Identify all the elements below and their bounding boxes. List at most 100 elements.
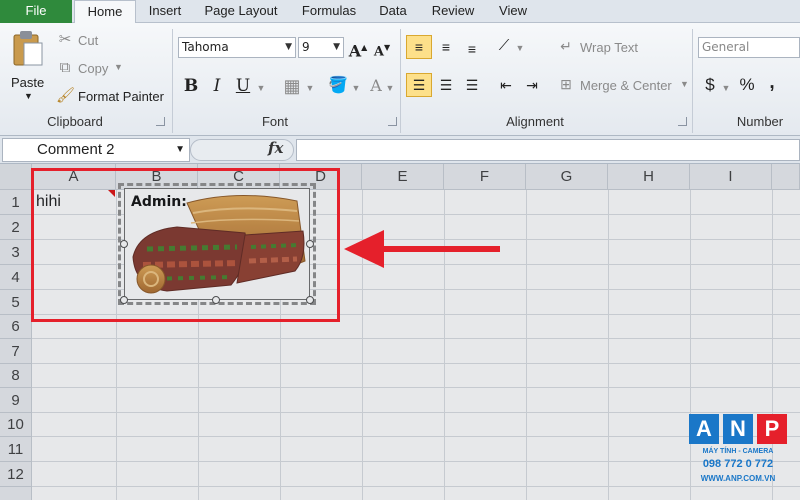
grow-font-icon[interactable]: A▲ bbox=[348, 36, 368, 62]
row-header-13[interactable] bbox=[0, 487, 32, 500]
column-header-h[interactable]: H bbox=[608, 164, 690, 190]
italic-icon[interactable]: I bbox=[206, 75, 228, 97]
align-bottom-icon[interactable]: ≡ bbox=[460, 38, 484, 60]
copy-icon: ⧉ bbox=[59, 59, 71, 76]
gridline bbox=[32, 338, 800, 339]
row-header-8[interactable]: 8 bbox=[0, 364, 32, 388]
group-separator bbox=[692, 29, 693, 133]
row-header-1[interactable]: 1 bbox=[0, 190, 32, 215]
comma-icon[interactable]: , bbox=[764, 72, 780, 94]
paste-icon bbox=[13, 31, 43, 66]
paste-label: Paste bbox=[11, 75, 45, 90]
gridline bbox=[32, 363, 800, 364]
row-header-4[interactable]: 4 bbox=[0, 265, 32, 290]
tab-view[interactable]: View bbox=[492, 0, 534, 23]
row-header-9[interactable]: 9 bbox=[0, 388, 32, 413]
column-header-e[interactable]: E bbox=[362, 164, 444, 190]
font-launcher-icon[interactable] bbox=[388, 117, 397, 126]
copy-dropdown-icon[interactable]: ▼ bbox=[114, 62, 123, 72]
align-middle-icon[interactable]: ≡ bbox=[434, 36, 458, 58]
chevron-down-icon: ▼ bbox=[285, 42, 292, 52]
currency-dropdown-icon[interactable]: ▼ bbox=[720, 77, 732, 99]
align-center-icon[interactable]: ☰ bbox=[434, 74, 458, 96]
cut-button[interactable]: ✂ Cut bbox=[56, 31, 146, 51]
align-right-icon[interactable]: ☰ bbox=[460, 74, 484, 96]
gridline bbox=[32, 387, 800, 388]
clipboard-launcher-icon[interactable] bbox=[156, 117, 165, 126]
wrap-text-icon: ↵ bbox=[560, 38, 572, 54]
paste-dropdown-icon[interactable]: ▼ bbox=[24, 91, 33, 101]
format-painter-label: Format Painter bbox=[78, 89, 164, 104]
copy-button[interactable]: ⧉ Copy ▼ bbox=[56, 59, 146, 79]
row-header-5[interactable]: 5 bbox=[0, 290, 32, 315]
currency-icon[interactable]: $ bbox=[700, 74, 720, 96]
paintbrush-icon: 🖌 bbox=[56, 87, 76, 104]
gridline bbox=[32, 486, 800, 487]
orientation-dropdown-icon[interactable]: ▼ bbox=[514, 37, 526, 59]
logo-phone: 098 772 0 772 bbox=[702, 458, 774, 470]
select-all-corner[interactable] bbox=[0, 164, 32, 190]
merge-dropdown-icon[interactable]: ▼ bbox=[680, 79, 689, 89]
gridline bbox=[608, 190, 609, 500]
formula-input[interactable] bbox=[296, 139, 800, 161]
align-top-button[interactable]: ≡ bbox=[406, 35, 432, 59]
tab-page-layout[interactable]: Page Layout bbox=[196, 0, 286, 23]
borders-dropdown-icon[interactable]: ▼ bbox=[304, 77, 316, 99]
column-header-f[interactable]: F bbox=[444, 164, 526, 190]
paste-button[interactable]: Paste ▼ bbox=[6, 27, 50, 107]
logo-letter: N bbox=[723, 414, 753, 444]
tab-review[interactable]: Review bbox=[424, 0, 482, 23]
align-top-icon: ≡ bbox=[414, 39, 424, 55]
ribbon: Paste ▼ ✂ Cut ⧉ Copy ▼ 🖌 Format Painter … bbox=[0, 23, 800, 136]
underline-icon[interactable]: U bbox=[232, 75, 254, 97]
font-color-icon[interactable]: A bbox=[366, 75, 386, 97]
row-header-6[interactable]: 6 bbox=[0, 315, 32, 339]
font-name-value: Tahoma bbox=[182, 40, 229, 54]
bold-icon[interactable]: B bbox=[180, 75, 202, 97]
group-separator bbox=[400, 29, 401, 133]
copy-label: Copy bbox=[78, 61, 109, 76]
shrink-font-icon[interactable]: A▼ bbox=[372, 36, 392, 63]
logo-letter: A bbox=[689, 414, 719, 444]
tab-insert[interactable]: Insert bbox=[140, 0, 190, 23]
merge-center-button[interactable]: ⊞ Merge & Center ▼ bbox=[556, 75, 690, 97]
underline-dropdown-icon[interactable]: ▼ bbox=[255, 77, 267, 99]
tab-formulas[interactable]: Formulas bbox=[292, 0, 366, 23]
clipboard-group-label: Clipboard bbox=[47, 114, 103, 129]
align-left-button[interactable]: ☰ bbox=[406, 73, 432, 97]
scissors-icon: ✂ bbox=[58, 31, 72, 48]
row-header-7[interactable]: 7 bbox=[0, 339, 32, 364]
tab-data[interactable]: Data bbox=[372, 0, 414, 23]
row-header-11[interactable]: 11 bbox=[0, 437, 32, 462]
increase-indent-icon[interactable]: ⇥ bbox=[520, 74, 544, 96]
row-header-3[interactable]: 3 bbox=[0, 240, 32, 265]
tab-file[interactable]: File bbox=[0, 0, 72, 23]
fill-color-dropdown-icon[interactable]: ▼ bbox=[350, 77, 362, 99]
row-header-12[interactable]: 12 bbox=[0, 462, 32, 487]
decrease-indent-icon[interactable]: ⇤ bbox=[494, 74, 518, 96]
row-header-2[interactable]: 2 bbox=[0, 215, 32, 240]
gridline bbox=[32, 461, 800, 462]
insert-function-icon[interactable]: fx bbox=[268, 139, 283, 157]
alignment-launcher-icon[interactable] bbox=[678, 117, 687, 126]
row-header-10[interactable]: 10 bbox=[0, 413, 32, 437]
format-painter-button[interactable]: 🖌 Format Painter bbox=[56, 87, 172, 107]
column-header-g[interactable]: G bbox=[526, 164, 608, 190]
column-header-i[interactable]: I bbox=[690, 164, 772, 190]
fill-color-icon[interactable]: 🪣 bbox=[326, 75, 350, 97]
name-box[interactable]: Comment 2 ▼ bbox=[2, 138, 190, 162]
column-header-partial[interactable] bbox=[772, 164, 800, 190]
wrap-text-button[interactable]: ↵ Wrap Text bbox=[556, 37, 656, 59]
font-color-dropdown-icon[interactable]: ▼ bbox=[384, 77, 396, 99]
formula-bar: Comment 2 ▼ fx bbox=[0, 136, 800, 164]
worksheet-grid[interactable]: A B C D E F G H I 1 2 3 4 5 6 7 8 9 10 1… bbox=[0, 164, 800, 500]
number-format-combobox[interactable]: General bbox=[698, 37, 800, 58]
orientation-icon[interactable]: ⟋ bbox=[492, 35, 516, 57]
font-name-combobox[interactable]: Tahoma ▼ bbox=[178, 37, 296, 58]
percent-icon[interactable]: % bbox=[736, 74, 758, 96]
borders-icon[interactable]: ▦ bbox=[280, 75, 304, 97]
tab-home[interactable]: Home bbox=[74, 0, 136, 24]
red-arrow-icon bbox=[344, 230, 500, 268]
font-size-combobox[interactable]: 9 ▼ bbox=[298, 37, 344, 58]
align-left-icon: ☰ bbox=[412, 77, 426, 93]
